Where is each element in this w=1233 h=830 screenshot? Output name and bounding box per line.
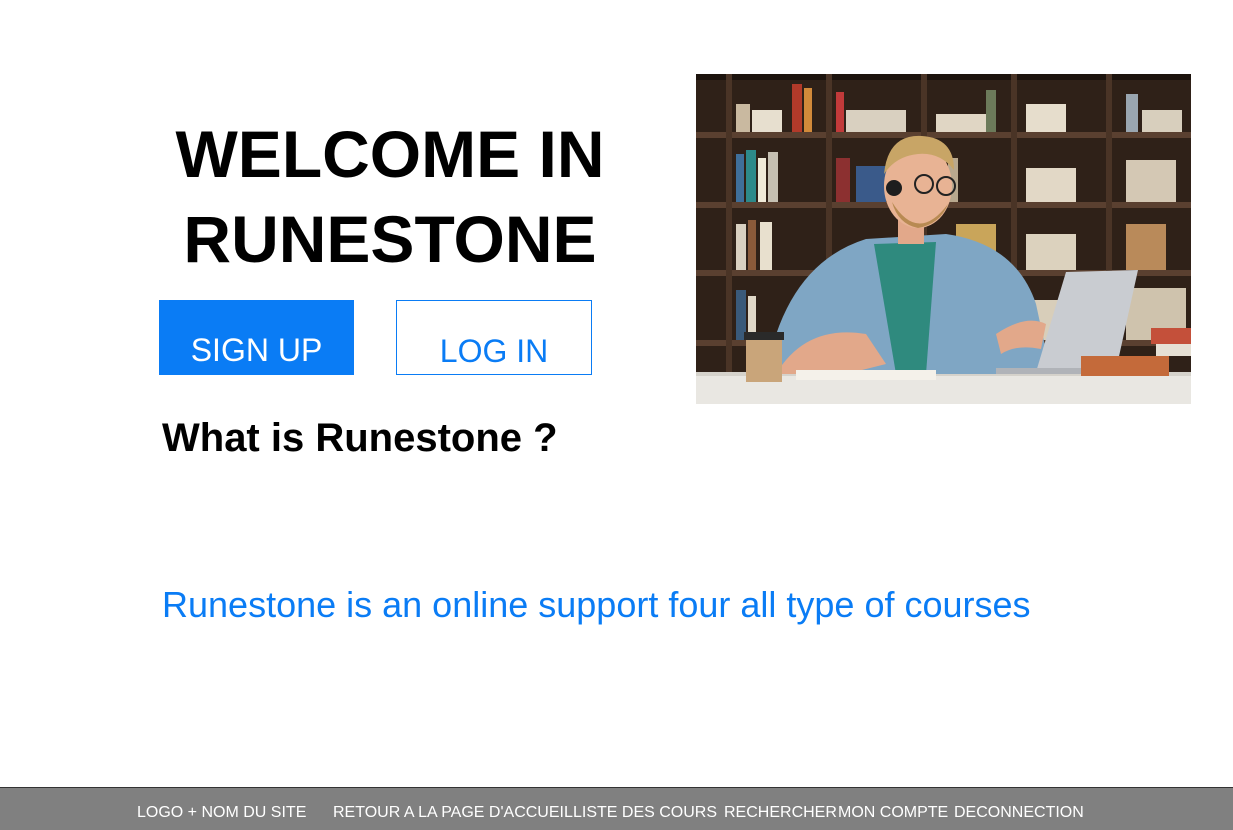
hero-image [696, 74, 1191, 404]
footer-logout-link[interactable]: DECONNECTION [954, 804, 1084, 822]
footer-home-link[interactable]: RETOUR A LA PAGE D'ACCUEIL [333, 804, 573, 822]
page-title: WELCOME IN RUNESTONE [140, 112, 640, 282]
about-tagline: Runestone is an online support four all … [162, 584, 1031, 625]
title-line-2: RUNESTONE [183, 202, 597, 276]
hero-photo-illustration [696, 74, 1191, 404]
footer-search-link[interactable]: RECHERCHER [724, 804, 837, 822]
landing-page: WELCOME IN RUNESTONE SIGN UP LOG IN What… [0, 0, 1233, 830]
footer-account-link[interactable]: MON COMPTE [838, 804, 948, 822]
footer-nav: LOGO + NOM DU SITE RETOUR A LA PAGE D'AC… [0, 787, 1233, 830]
about-heading: What is Runestone ? [162, 416, 558, 460]
signup-button[interactable]: SIGN UP [159, 300, 354, 375]
footer-logo-link[interactable]: LOGO + NOM DU SITE [137, 804, 306, 822]
title-line-1: WELCOME IN [175, 117, 605, 191]
login-button[interactable]: LOG IN [396, 300, 592, 375]
footer-courses-link[interactable]: LISTE DES COURS [573, 804, 717, 822]
